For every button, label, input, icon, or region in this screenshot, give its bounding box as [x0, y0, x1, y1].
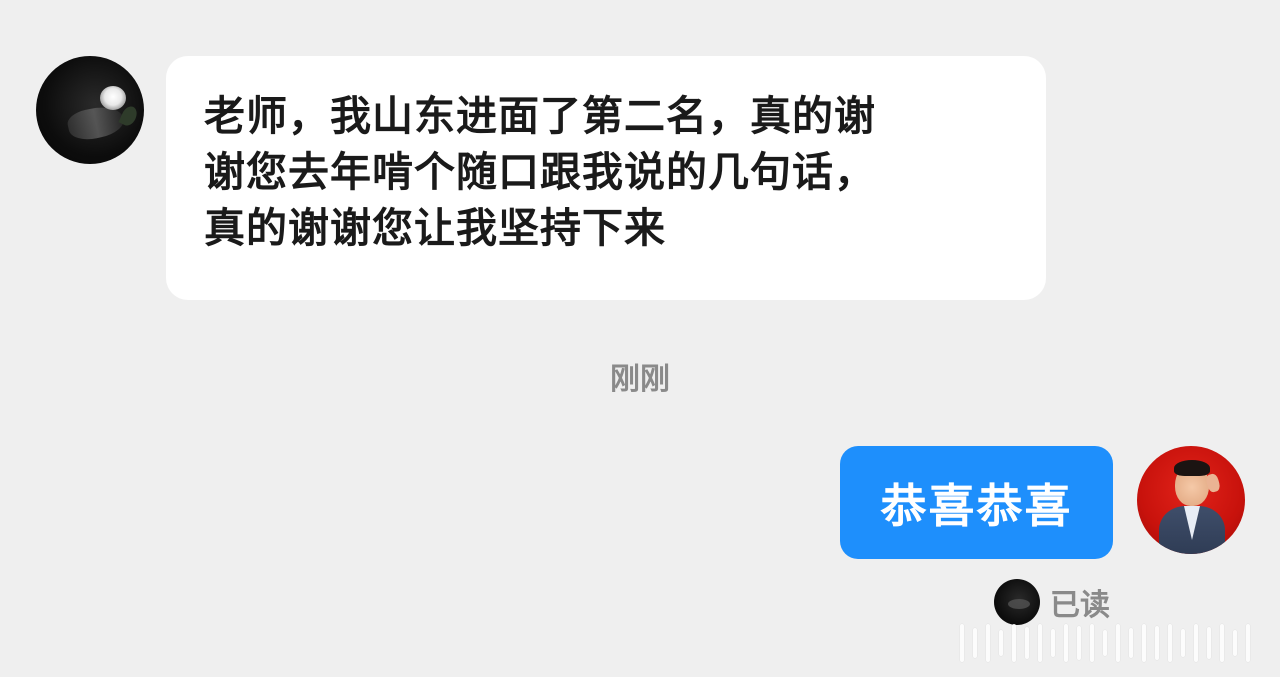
watermark-bar [986, 624, 990, 662]
watermark-bar [1051, 629, 1055, 657]
watermark-bar [1233, 630, 1237, 656]
avatar-hair-shape [1174, 460, 1210, 476]
read-status-label: 已读 [1050, 588, 1110, 623]
watermark-bar [1038, 624, 1042, 662]
watermark-bar [1142, 624, 1146, 662]
chat-area: 老师，我山东进面了第二名，真的谢 谢您去年啃个随口跟我说的几句话， 真的谢谢您让… [0, 0, 1280, 677]
reader-avatar [994, 579, 1040, 625]
avatar-flower-shape [100, 86, 126, 110]
incoming-message-text: 老师，我山东进面了第二名，真的谢 谢您去年啃个随口跟我说的几句话， 真的谢谢您让… [204, 92, 876, 252]
outgoing-message-text: 恭喜恭喜 [880, 478, 1073, 533]
watermark-bar [1103, 630, 1107, 656]
read-receipt: 已读 [994, 579, 1110, 625]
watermark-bar [1090, 624, 1094, 662]
watermark-bar [1181, 629, 1185, 657]
watermark-bar [1168, 624, 1172, 662]
watermark-bar [1012, 624, 1016, 662]
watermark-bar [960, 624, 964, 662]
watermark-bar [1155, 626, 1159, 660]
watermark-bar [973, 628, 977, 658]
outgoing-message-bubble[interactable]: 恭喜恭喜 [840, 446, 1113, 559]
sender-avatar[interactable] [36, 56, 144, 164]
watermark-bar [1207, 627, 1211, 659]
watermark-bar [1116, 624, 1120, 662]
watermark-bar [1025, 627, 1029, 659]
my-avatar[interactable] [1137, 446, 1245, 554]
watermark-bar [1220, 624, 1224, 662]
watermark-bar [1246, 624, 1250, 662]
watermark-bar [1129, 628, 1133, 658]
watermark-bar [1064, 624, 1068, 662]
message-timestamp: 刚刚 [610, 362, 670, 397]
incoming-message-bubble[interactable]: 老师，我山东进面了第二名，真的谢 谢您去年啃个随口跟我说的几句话， 真的谢谢您让… [166, 56, 1046, 300]
watermark [960, 622, 1270, 664]
watermark-bar [1194, 624, 1198, 662]
watermark-bar [999, 630, 1003, 656]
watermark-bar [1077, 626, 1081, 660]
